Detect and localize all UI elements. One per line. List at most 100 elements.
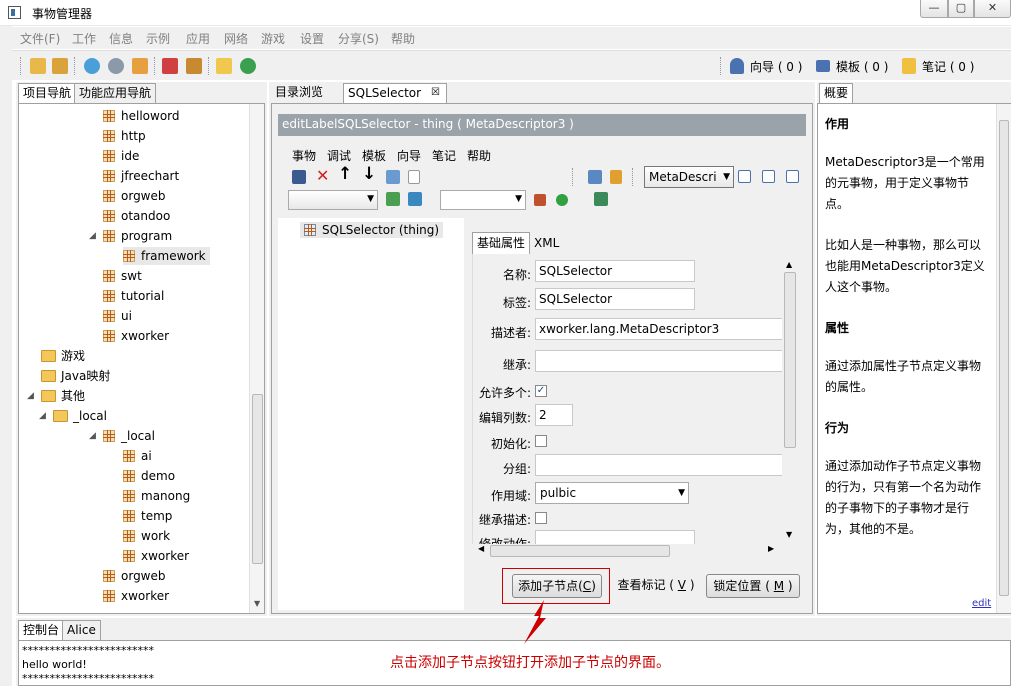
tree-item[interactable]: ◢ _local: [39, 407, 107, 425]
tree-scroll-thumb[interactable]: [252, 394, 263, 564]
open-folder-icon[interactable]: [30, 58, 46, 74]
tree-item[interactable]: http: [103, 127, 146, 145]
tree-item[interactable]: helloword: [103, 107, 180, 125]
clock-icon[interactable]: [132, 58, 148, 74]
import-icon[interactable]: [386, 170, 400, 184]
editor-menu-notes[interactable]: 笔记: [432, 147, 456, 164]
form-vertical-scrollbar[interactable]: ▲ ▼: [782, 258, 798, 542]
tree-item[interactable]: xworker: [123, 547, 189, 565]
menu-network[interactable]: 网络: [224, 30, 248, 47]
tree-root-item[interactable]: SQLSelector (thing): [300, 222, 444, 238]
tab-sqlselector[interactable]: SQLSelector ☒: [343, 83, 447, 103]
document-icon[interactable]: [408, 170, 420, 184]
allow-many-checkbox[interactable]: ✓: [535, 385, 547, 397]
scroll-right-arrow-icon[interactable]: ▶: [768, 544, 774, 553]
tree-item[interactable]: jfreechart: [103, 167, 179, 185]
menu-info[interactable]: 信息: [109, 30, 133, 47]
note-icon[interactable]: [216, 58, 232, 74]
gear-icon[interactable]: [108, 58, 124, 74]
editor-menu-help[interactable]: 帮助: [467, 147, 491, 164]
notes-button[interactable]: 笔记 ( 0 ): [922, 58, 974, 75]
run-config-icon[interactable]: [534, 194, 546, 206]
editor-menu-guide[interactable]: 向导: [397, 147, 421, 164]
bookmark-icon[interactable]: [610, 170, 622, 184]
descriptor-combo[interactable]: MetaDescri ▼: [644, 166, 734, 188]
form-hscroll-thumb[interactable]: [490, 545, 670, 557]
tree-item[interactable]: tutorial: [103, 287, 164, 305]
tree-expand-arrow-icon[interactable]: ◢: [89, 427, 96, 445]
tree-expand-arrow-icon[interactable]: ◢: [39, 407, 46, 425]
tab-project-nav[interactable]: 项目导航: [18, 83, 77, 103]
pdf-icon[interactable]: [162, 58, 178, 74]
action-combo[interactable]: ▼: [440, 190, 526, 210]
maximize-button[interactable]: ▢: [948, 0, 974, 18]
form-scroll-thumb[interactable]: [784, 272, 796, 448]
tree-item[interactable]: xworker: [103, 327, 169, 345]
tree-item[interactable]: ide: [103, 147, 139, 165]
window-icon[interactable]: [588, 170, 602, 184]
tree-expand-icon[interactable]: [594, 192, 608, 206]
tree-item[interactable]: ◢ 其他: [27, 387, 85, 405]
tree-item[interactable]: swt: [103, 267, 142, 285]
name-input[interactable]: SQLSelector: [535, 260, 695, 282]
tab-function-nav[interactable]: 功能应用导航: [74, 83, 157, 103]
tab-console[interactable]: 控制台: [18, 620, 65, 640]
form-horizontal-scrollbar[interactable]: ◀ ▶: [472, 544, 782, 558]
guide-button[interactable]: 向导 ( 0 ): [750, 58, 802, 75]
descriptor-input[interactable]: xworker.lang.MetaDescriptor3: [535, 318, 785, 340]
extends-input[interactable]: [535, 350, 785, 372]
menu-share[interactable]: 分享(S): [338, 30, 379, 47]
debug-combo[interactable]: ▼: [288, 190, 378, 210]
scroll-up-arrow-icon[interactable]: ▲: [786, 260, 792, 269]
tab-basic-props[interactable]: 基础属性: [472, 232, 531, 254]
editor-menu-template[interactable]: 模板: [362, 147, 386, 164]
menu-examples[interactable]: 示例: [146, 30, 170, 47]
template-button[interactable]: 模板 ( 0 ): [836, 58, 888, 75]
inherit-desc-checkbox[interactable]: [535, 512, 547, 524]
editor-menu-debug[interactable]: 调试: [327, 147, 351, 164]
menu-apps[interactable]: 应用: [186, 30, 210, 47]
tree-item[interactable]: framework: [123, 247, 210, 265]
tree-item[interactable]: ui: [103, 307, 132, 325]
tree-item[interactable]: temp: [123, 507, 172, 525]
menu-work[interactable]: 工作: [72, 30, 96, 47]
scroll-left-arrow-icon[interactable]: ◀: [478, 544, 484, 553]
wand-icon[interactable]: [186, 58, 202, 74]
tab-directory-browse[interactable]: 目录浏览: [271, 83, 328, 103]
scope-select[interactable]: pulbic ▼: [535, 482, 689, 504]
tab-alice[interactable]: Alice: [62, 620, 101, 640]
globe-icon[interactable]: [240, 58, 256, 74]
move-up-icon[interactable]: ↑: [338, 164, 352, 184]
tab-overview[interactable]: 概要: [819, 83, 854, 103]
edit-link[interactable]: edit: [972, 598, 991, 609]
overview-vertical-scrollbar[interactable]: [996, 104, 1011, 613]
tree-item[interactable]: orgweb: [103, 567, 166, 585]
menu-file[interactable]: 文件(F): [20, 30, 60, 47]
init-checkbox[interactable]: [535, 435, 547, 447]
overview-scroll-thumb[interactable]: [999, 120, 1009, 596]
label-input[interactable]: SQLSelector: [535, 288, 695, 310]
run-icon[interactable]: [556, 194, 568, 206]
tree-item[interactable]: 游戏: [41, 347, 85, 365]
scroll-down-arrow-icon[interactable]: ▼: [786, 530, 792, 539]
tree-expand-arrow-icon[interactable]: ◢: [27, 387, 34, 405]
tree-item[interactable]: ◢ program: [89, 227, 172, 245]
open-project-icon[interactable]: [52, 58, 68, 74]
lock-position-button[interactable]: 锁定位置 ( M ): [706, 574, 800, 598]
add-child-button[interactable]: 添加子节点(C): [512, 574, 602, 598]
tree-vertical-scrollbar[interactable]: ▼: [249, 104, 264, 613]
tree-item[interactable]: ai: [123, 447, 152, 465]
descriptor-edit-icon[interactable]: [738, 170, 751, 183]
menu-help[interactable]: 帮助: [391, 30, 415, 47]
view-mark-button[interactable]: 查看标记 ( V ): [612, 574, 700, 598]
menu-games[interactable]: 游戏: [261, 30, 285, 47]
close-button[interactable]: ✕: [974, 0, 1011, 18]
save-icon[interactable]: [292, 170, 306, 184]
tree-item[interactable]: xworker: [103, 587, 169, 605]
edit-cols-input[interactable]: 2: [535, 404, 573, 426]
tree-item[interactable]: demo: [123, 467, 175, 485]
menu-settings[interactable]: 设置: [300, 30, 324, 47]
tab-close-icon[interactable]: ☒: [431, 84, 440, 102]
editor-menu-thing[interactable]: 事物: [292, 147, 316, 164]
tree-add-icon[interactable]: [386, 192, 400, 206]
